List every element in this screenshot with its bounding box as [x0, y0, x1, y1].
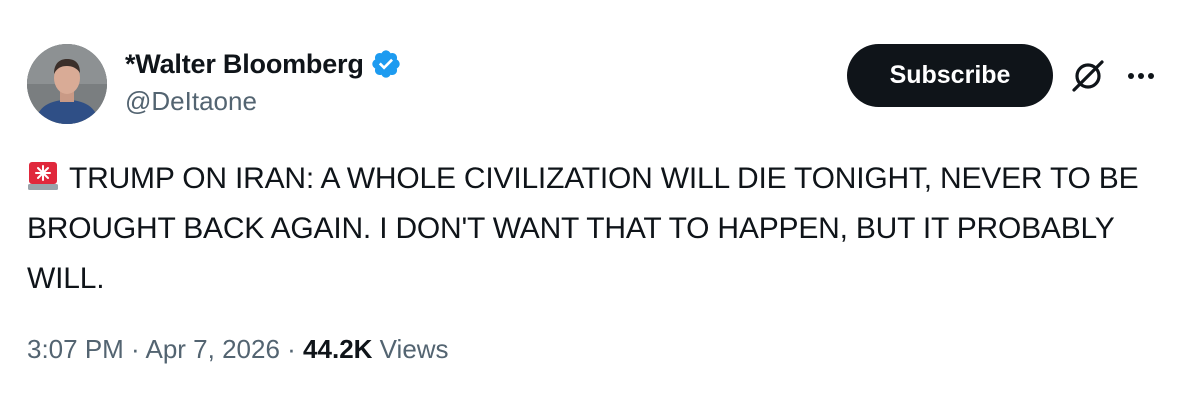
tweet-text-block: TRUMP ON IRAN: A WHOLE CIVILIZATION WILL…: [27, 154, 1167, 304]
meta-separator: ·: [279, 334, 304, 364]
display-name[interactable]: *Walter Bloomberg: [125, 49, 364, 80]
meta-separator: ·: [123, 334, 146, 364]
author-block: *Walter Bloomberg @DeItaone: [125, 46, 402, 117]
tweet-card: *Walter Bloomberg @DeItaone Subscribe TR…: [0, 0, 1186, 400]
subscribe-button[interactable]: Subscribe: [847, 44, 1053, 107]
views-count: 44.2K: [303, 334, 373, 364]
views-label: Views: [379, 334, 449, 364]
tweet-text: TRUMP ON IRAN: A WHOLE CIVILIZATION WILL…: [27, 162, 1139, 295]
tweet-date[interactable]: Apr 7, 2026: [146, 334, 280, 364]
grok-icon[interactable]: [1068, 56, 1108, 96]
rotating-light-icon: [27, 158, 59, 190]
verified-badge-icon[interactable]: [370, 48, 402, 80]
avatar[interactable]: [27, 44, 107, 124]
tweet-metadata: 3:07 PM · Apr 7, 2026 · 44.2K Views: [27, 334, 449, 365]
author-name-row: *Walter Bloomberg: [125, 46, 402, 82]
author-handle[interactable]: @DeItaone: [125, 86, 402, 117]
more-options-icon[interactable]: [1122, 56, 1160, 96]
tweet-time[interactable]: 3:07 PM: [27, 334, 124, 364]
